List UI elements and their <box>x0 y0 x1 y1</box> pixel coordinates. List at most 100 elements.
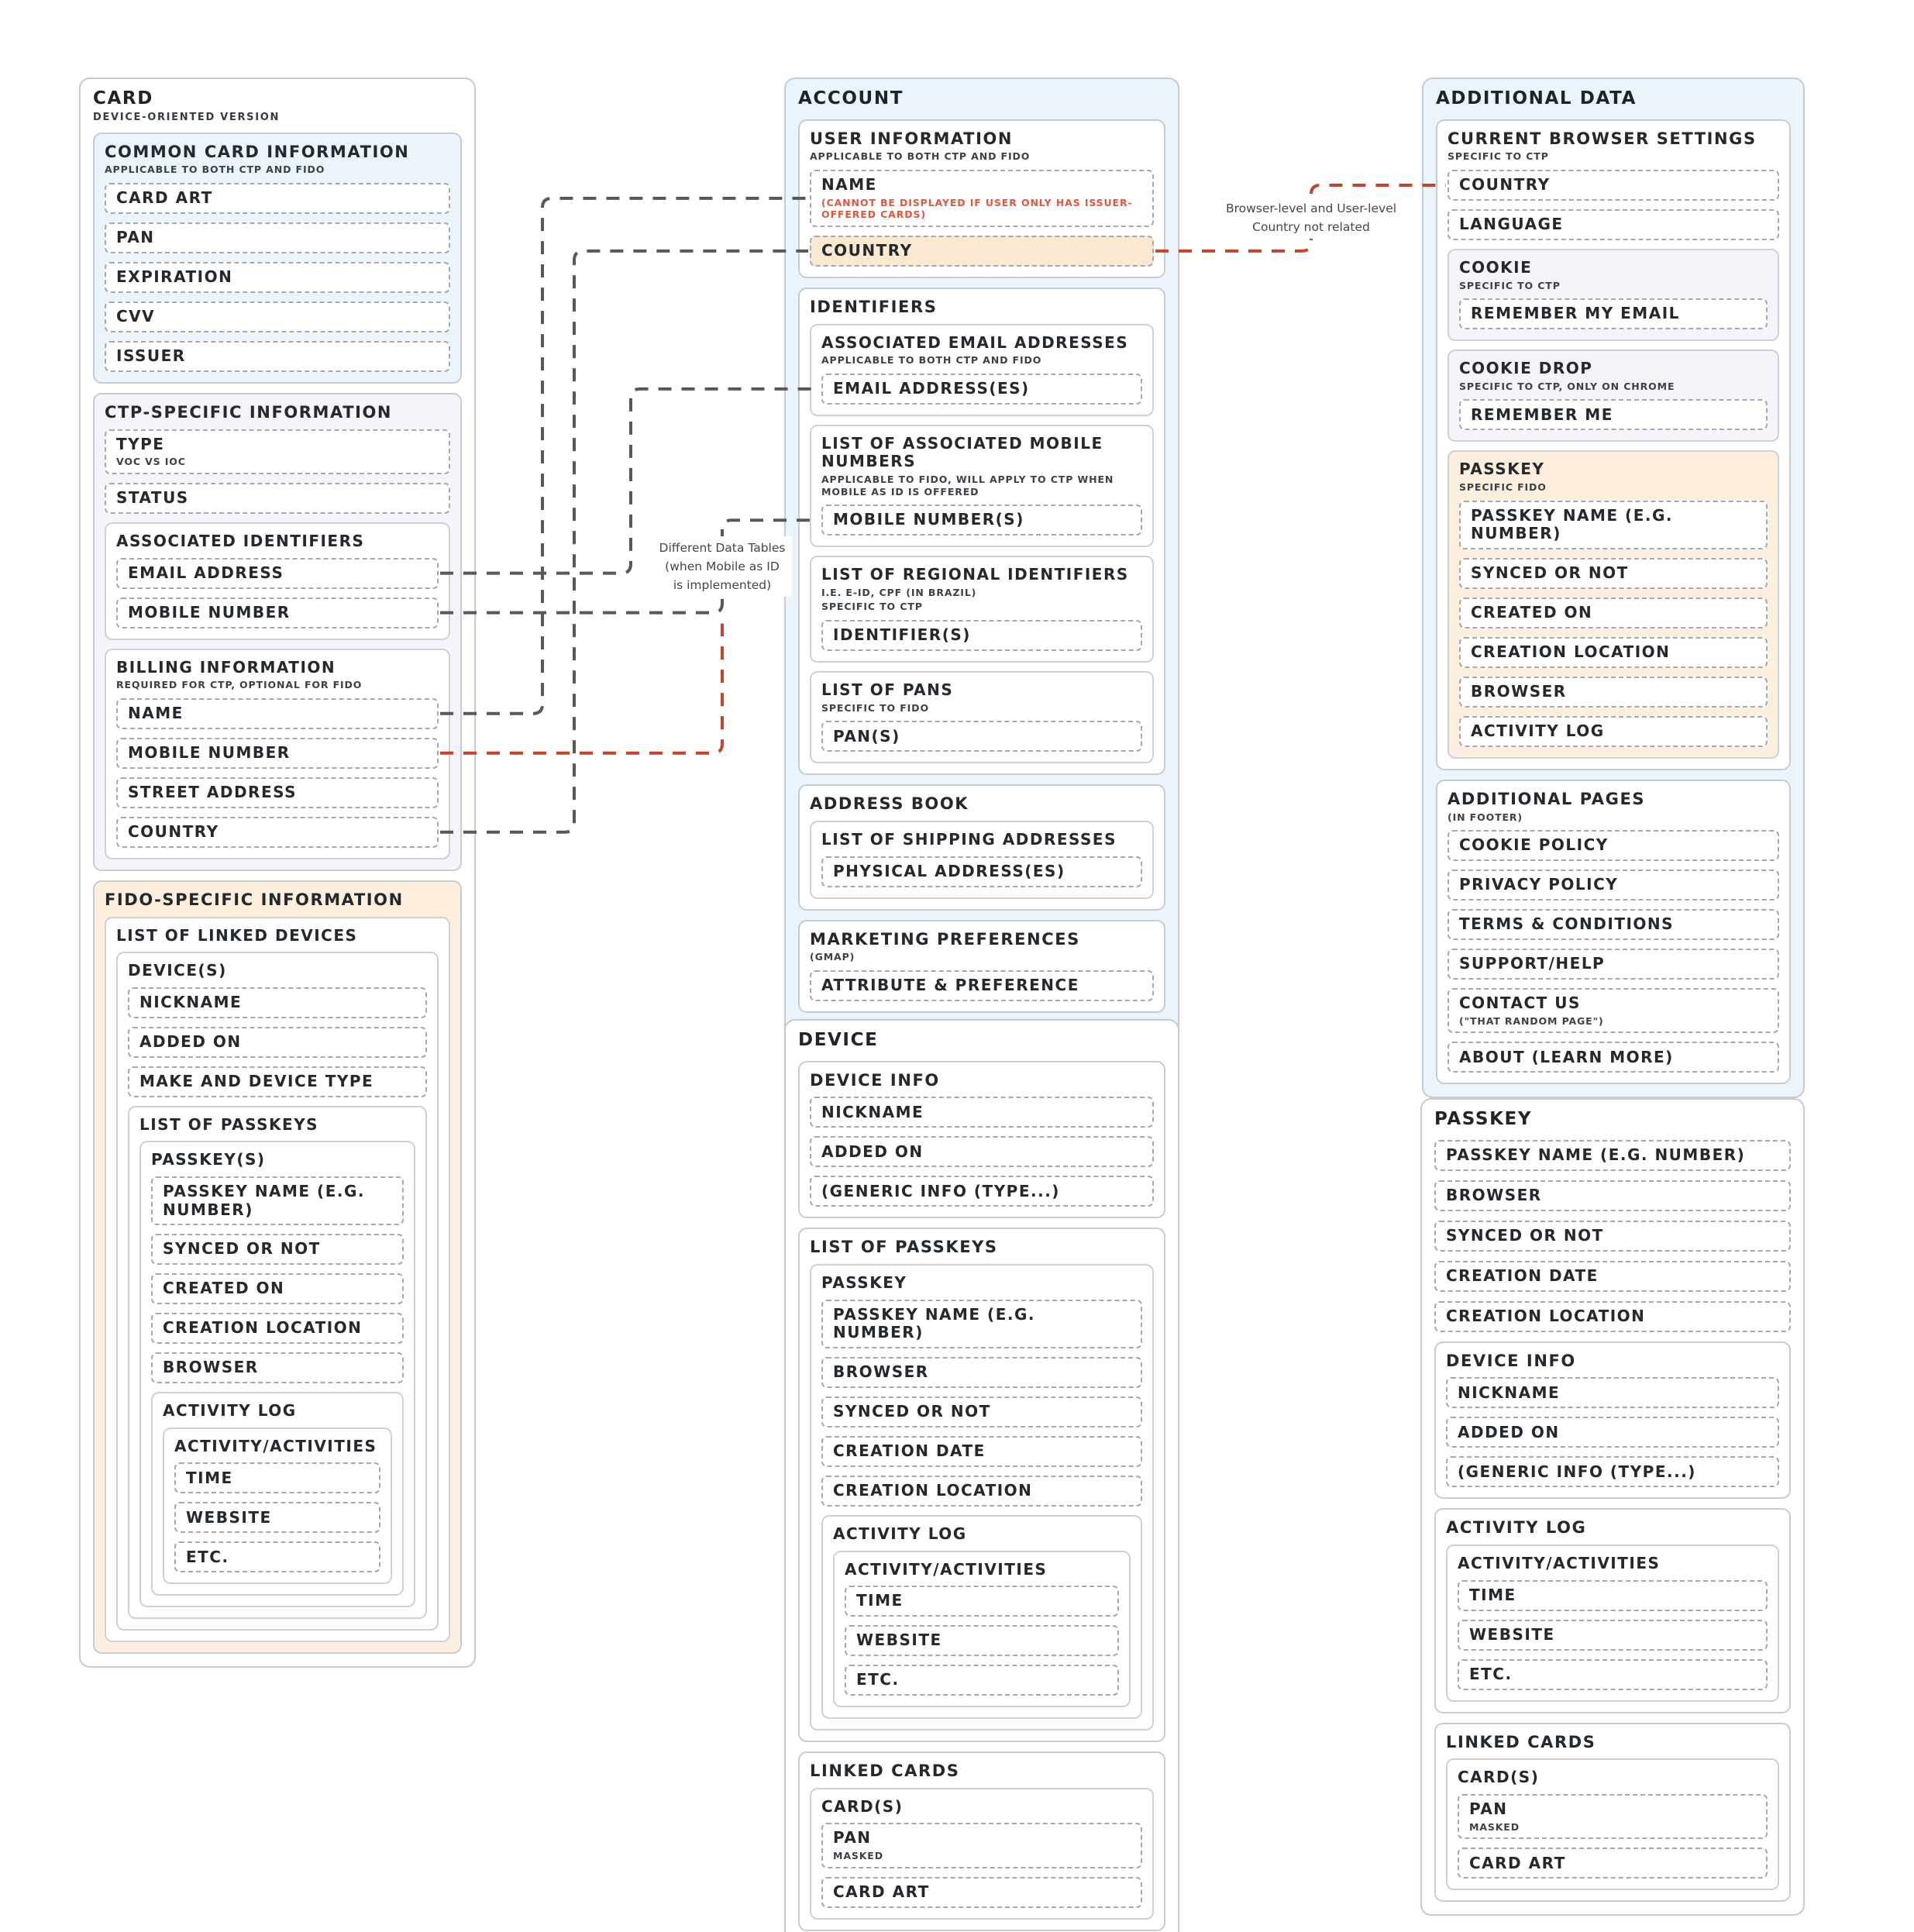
sublabel-required-for-ctp-optional-for-fido: REQUIRED FOR CTP, OPTIONAL FOR FIDO <box>116 679 439 691</box>
group-passkey: PASSKEYPASSKEY NAME (E.G. NUMBER)BROWSER… <box>810 1264 1154 1731</box>
section-current-browser-settings: CURRENT BROWSER SETTINGSSPECIFIC TO CTPC… <box>1436 119 1791 770</box>
label-creation-location: CREATION LOCATION <box>1446 1307 1779 1326</box>
field-creation-date: CREATION DATE <box>821 1436 1142 1467</box>
field-creation-location: CREATION LOCATION <box>151 1313 404 1344</box>
group-list-of-shipping-addresses: LIST OF SHIPPING ADDRESSES PHYSICAL ADDRE… <box>810 821 1154 899</box>
entity-account: ACCOUNT USER INFORMATIONAPPLICABLE TO BO… <box>784 77 1179 1162</box>
section-activity-log: ACTIVITY LOGACTIVITY/ACTIVITIESTIMEWEBSI… <box>1434 1508 1791 1713</box>
field-cookie-policy: COOKIE POLICY <box>1448 830 1779 861</box>
label-creation-location: CREATION LOCATION <box>1471 643 1756 662</box>
label-remember-my-email: REMEMBER MY EMAIL <box>1471 305 1756 323</box>
entity-additional-data-header: ADDITIONAL DATA <box>1436 88 1791 110</box>
entity-card: CARD DEVICE-ORIENTED VERSION COMMON CARD… <box>79 77 476 1668</box>
section-address-book: ADDRESS BOOKLIST OF SHIPPING ADDRESSESPH… <box>798 784 1165 910</box>
children-of-card-s: PANMASKEDCARD ART <box>1458 1794 1768 1879</box>
sublabel-applicable-to-fido-will-apply-to-ctp-whe: APPLICABLE TO FIDO, WILL APPLY TO CTP WH… <box>821 474 1142 498</box>
sublabel-specific-to-ctp: SPECIFIC TO CTP <box>821 601 1142 613</box>
label-terms-conditions: TERMS & CONDITIONS <box>1459 915 1768 934</box>
group-activity-activities: ACTIVITY/ACTIVITIESTIMEWEBSITEETC. <box>1446 1545 1779 1702</box>
field-time: TIME <box>174 1462 380 1493</box>
section-fido-specific-information: FIDO-SPECIFIC INFORMATIONLIST OF LINKED … <box>93 880 462 1655</box>
field-added-on: ADDED ON <box>128 1027 427 1058</box>
label-device-info: DEVICE INFO <box>810 1071 1154 1090</box>
label-browser: BROWSER <box>1446 1186 1779 1205</box>
entity-device: DEVICE DEVICE INFONICKNAMEADDED ON(GENER… <box>784 1019 1179 1932</box>
label-identifier-s: IDENTIFIER(S) <box>833 626 1131 645</box>
field-status: STATUS <box>105 483 450 514</box>
group-cookie-drop: COOKIE DROPSPECIFIC TO CTP, ONLY ON CHRO… <box>1448 350 1779 442</box>
sublabel-specific-to-ctp: SPECIFIC TO CTP <box>1448 150 1779 163</box>
label-country: COUNTRY <box>1459 176 1768 195</box>
label-synced-or-not: SYNCED OR NOT <box>1471 564 1756 583</box>
group-list-of-associated-mobile-numbers: LIST OF ASSOCIATED MOBILE NUMBERS APPLICA… <box>810 425 1154 547</box>
label-physical-address-es: PHYSICAL ADDRESS(ES) <box>833 863 1131 881</box>
group-list-of-linked-devices: LIST OF LINKED DEVICESDEVICE(S)NICKNAMEA… <box>105 917 450 1643</box>
field-website: WEBSITE <box>174 1502 380 1533</box>
label-associated-email-addresses: ASSOCIATED EMAIL ADDRESSES <box>821 334 1142 353</box>
children-of-list-of-shipping-addresses: PHYSICAL ADDRESS(ES) <box>821 856 1142 887</box>
children-of-passkey: PASSKEY NAME (E.G. NUMBER)BROWSERSYNCED … <box>821 1300 1142 1719</box>
group-billing-information: BILLING INFORMATIONREQUIRED FOR CTP, OPT… <box>105 649 450 859</box>
label-pan-s: PAN(S) <box>833 728 1131 746</box>
diagram-canvas: CARD DEVICE-ORIENTED VERSION COMMON CARD… <box>0 0 1914 1932</box>
label-mobile-number: MOBILE NUMBER <box>128 744 427 763</box>
section-ctp-specific-information: CTP-SPECIFIC INFORMATIONTYPEVOC VS IOCST… <box>93 393 462 871</box>
sublabel-cannot-be-displayed-if-user-only-has-iss: (CANNOT BE DISPLAYED IF USER ONLY HAS IS… <box>821 197 1142 221</box>
field-added-on: ADDED ON <box>1446 1417 1779 1448</box>
children-of-fido-specific-information: LIST OF LINKED DEVICESDEVICE(S)NICKNAMEA… <box>105 917 450 1643</box>
sublabel-applicable-to-both-ctp-and-fido: APPLICABLE TO BOTH CTP AND FIDO <box>821 354 1142 367</box>
label-ctp-specific-information: CTP-SPECIFIC INFORMATION <box>105 403 450 422</box>
field-created-on: CREATED ON <box>151 1273 404 1304</box>
label-contact-us: CONTACT US <box>1459 994 1768 1013</box>
group-activity-activities: ACTIVITY/ACTIVITIES TIME WEBSITE ETC. <box>163 1427 392 1585</box>
label-about-learn-more: ABOUT (LEARN MORE) <box>1459 1049 1768 1067</box>
field-passkey-name-e-g-number: PASSKEY NAME (E.G. NUMBER) <box>151 1176 404 1225</box>
label-list-of-shipping-addresses: LIST OF SHIPPING ADDRESSES <box>821 831 1142 849</box>
label-device-s: DEVICE(S) <box>128 962 427 980</box>
label-identifiers: IDENTIFIERS <box>810 298 1154 317</box>
label-marketing-preferences: MARKETING PREFERENCES <box>810 930 1154 949</box>
sublabel-that-random-page: ("THAT RANDOM PAGE") <box>1459 1015 1768 1028</box>
label-associated-identifiers: ASSOCIATED IDENTIFIERS <box>116 532 439 551</box>
entity-additional-data-body: CURRENT BROWSER SETTINGSSPECIFIC TO CTPC… <box>1436 119 1791 1085</box>
entity-passkey: PASSKEY PASSKEY NAME (E.G. NUMBER)BROWSE… <box>1420 1098 1805 1916</box>
children-of-list-of-passkeys: PASSKEYPASSKEY NAME (E.G. NUMBER)BROWSER… <box>810 1264 1154 1731</box>
field-physical-address-es: PHYSICAL ADDRESS(ES) <box>821 856 1142 887</box>
label-pan: PAN <box>1469 1800 1756 1819</box>
entity-device-header: DEVICE <box>798 1030 1165 1052</box>
field-nickname: NICKNAME <box>1446 1377 1779 1408</box>
field-etc: ETC. <box>1458 1659 1768 1690</box>
field-pan: PANMASKED <box>821 1823 1142 1868</box>
field-website: WEBSITE <box>845 1625 1119 1656</box>
section-common-card-information: COMMON CARD INFORMATIONAPPLICABLE TO BOT… <box>93 133 462 384</box>
children-of-linked-cards: CARD(S)PANMASKEDCARD ART <box>810 1788 1154 1920</box>
field-support-help: SUPPORT/HELP <box>1448 949 1779 980</box>
field-browser: BROWSER <box>151 1352 404 1383</box>
label-activity-log: ACTIVITY LOG <box>163 1402 392 1421</box>
section-linked-cards: LINKED CARDSCARD(S)PANMASKEDCARD ART <box>798 1751 1165 1931</box>
label-list-of-associated-mobile-numbers: LIST OF ASSOCIATED MOBILE NUMBERS <box>821 435 1142 471</box>
field-time: TIME <box>845 1586 1119 1617</box>
children-of-card-s: PANMASKEDCARD ART <box>821 1823 1142 1907</box>
field-attribute-preference: ATTRIBUTE & PREFERENCE <box>810 970 1154 1001</box>
label-card-s: CARD(S) <box>1458 1768 1768 1787</box>
label-remember-me: REMEMBER ME <box>1471 406 1756 425</box>
label-support-help: SUPPORT/HELP <box>1459 955 1768 973</box>
label-passkey-name-e-g-number: PASSKEY NAME (E.G. NUMBER) <box>163 1183 392 1219</box>
field-card-art: CARD ART <box>105 183 450 214</box>
field-browser: BROWSER <box>1434 1180 1791 1211</box>
children-of-activity-log: ACTIVITY/ACTIVITIESTIMEWEBSITEETC. <box>1446 1545 1779 1702</box>
entity-card-subtitle: DEVICE-ORIENTED VERSION <box>93 112 462 123</box>
children-of-marketing-preferences: ATTRIBUTE & PREFERENCE <box>810 970 1154 1001</box>
children-of-device-info: NICKNAMEADDED ON(GENERIC INFO (TYPE...) <box>1446 1377 1779 1487</box>
section-additional-pages: ADDITIONAL PAGES(IN FOOTER)COOKIE POLICY… <box>1436 780 1791 1085</box>
link-billing-name-to-account-name <box>440 198 808 714</box>
sublabel-applicable-to-both-ctp-and-fido: APPLICABLE TO BOTH CTP AND FIDO <box>105 164 450 176</box>
sublabel-specific-to-ctp: SPECIFIC TO CTP <box>1459 280 1768 292</box>
label-activity-activities: ACTIVITY/ACTIVITIES <box>174 1438 380 1456</box>
children-of-associated-identifiers: EMAIL ADDRESSMOBILE NUMBER <box>116 558 439 629</box>
label-card-art: CARD ART <box>116 189 439 208</box>
label-email-address-es: EMAIL ADDRESS(ES) <box>833 380 1131 398</box>
label-etc: ETC. <box>186 1548 369 1567</box>
children-of-billing-information: NAMEMOBILE NUMBERSTREET ADDRESSCOUNTRY <box>116 698 439 848</box>
